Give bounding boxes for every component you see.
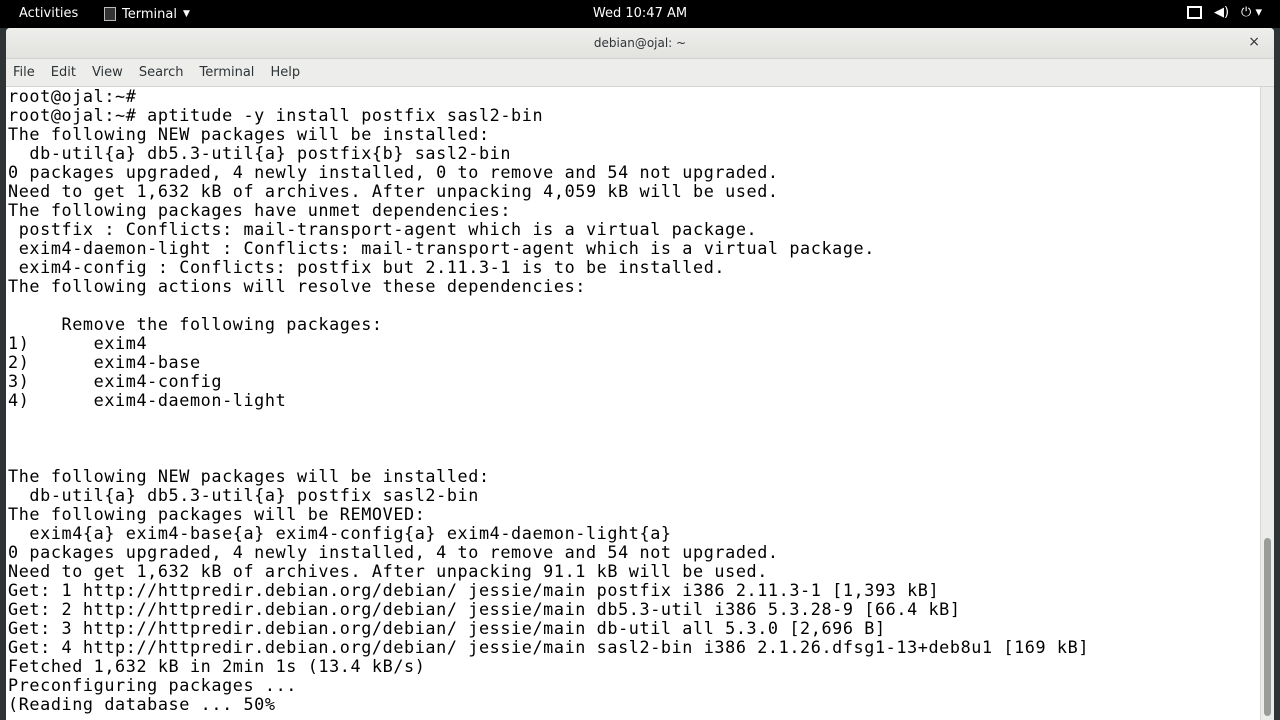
terminal-line: Fetched 1,632 kB in 2min 1s (13.4 kB/s) bbox=[8, 656, 426, 676]
terminal-line: Need to get 1,632 kB of archives. After … bbox=[8, 181, 779, 201]
terminal-window: debian@ojal: ~ × File Edit View Search T… bbox=[6, 28, 1274, 720]
close-icon[interactable]: × bbox=[1248, 34, 1260, 50]
menu-file[interactable]: File bbox=[6, 65, 43, 80]
terminal-line: (Reading database ... 50% bbox=[8, 694, 276, 714]
terminal-line: root@ojal:~# bbox=[8, 87, 137, 106]
clock[interactable]: Wed 10:47 AM bbox=[0, 6, 1280, 21]
menu-help[interactable]: Help bbox=[262, 65, 308, 80]
terminal-line: Remove the following packages: bbox=[8, 314, 383, 334]
terminal-line: The following packages will be REMOVED: bbox=[8, 504, 426, 524]
screen-icon[interactable] bbox=[1186, 6, 1202, 19]
terminal-line: Get: 1 http://httpredir.debian.org/debia… bbox=[8, 580, 940, 600]
terminal-output[interactable]: root@ojal:~# root@ojal:~# aptitude -y ins… bbox=[6, 87, 1263, 720]
terminal-line: postfix : Conflicts: mail-transport-agen… bbox=[8, 219, 758, 239]
menu-bar: File Edit View Search Terminal Help bbox=[6, 59, 1274, 87]
terminal-line: Need to get 1,632 kB of archives. After … bbox=[8, 561, 768, 581]
terminal-line: Get: 4 http://httpredir.debian.org/debia… bbox=[8, 637, 1090, 657]
terminal-line: exim4-daemon-light : Conflicts: mail-tra… bbox=[8, 238, 875, 258]
terminal-line: exim4{a} exim4-base{a} exim4-config{a} e… bbox=[8, 523, 672, 543]
top-bar: Activities Terminal ▼ Wed 10:47 AM ◀) ⏻ … bbox=[0, 0, 1280, 28]
terminal-line: 3) exim4-config bbox=[8, 371, 223, 391]
terminal-line: Get: 3 http://httpredir.debian.org/debia… bbox=[8, 618, 886, 638]
volume-icon[interactable]: ◀) bbox=[1214, 5, 1229, 20]
terminal-line: 4) exim4-daemon-light bbox=[8, 390, 287, 410]
menu-search[interactable]: Search bbox=[131, 65, 192, 80]
terminal-line: The following NEW packages will be insta… bbox=[8, 124, 490, 144]
terminal-line: The following NEW packages will be insta… bbox=[8, 466, 490, 486]
power-icon[interactable]: ⏻ ▾ bbox=[1241, 5, 1262, 20]
terminal-line: 1) exim4 bbox=[8, 333, 148, 353]
terminal-line: Preconfiguring packages ... bbox=[8, 675, 297, 695]
terminal-line: The following packages have unmet depend… bbox=[8, 200, 512, 220]
system-tray[interactable]: ◀) ⏻ ▾ bbox=[1186, 5, 1262, 20]
terminal-line: exim4-config : Conflicts: postfix but 2.… bbox=[8, 257, 726, 277]
terminal-line: 0 packages upgraded, 4 newly installed, … bbox=[8, 542, 779, 562]
scrollbar[interactable] bbox=[1260, 87, 1274, 720]
terminal-line: Get: 2 http://httpredir.debian.org/debia… bbox=[8, 599, 961, 619]
menu-terminal[interactable]: Terminal bbox=[191, 65, 262, 80]
menu-edit[interactable]: Edit bbox=[43, 65, 84, 80]
terminal-line: db-util{a} db5.3-util{a} postfix{b} sasl… bbox=[8, 143, 512, 163]
terminal-line: root@ojal:~# aptitude -y install postfix… bbox=[8, 105, 544, 125]
menu-view[interactable]: View bbox=[84, 65, 131, 80]
terminal-line: The following actions will resolve these… bbox=[8, 276, 586, 296]
terminal-line: 2) exim4-base bbox=[8, 352, 201, 372]
terminal-line: 0 packages upgraded, 4 newly installed, … bbox=[8, 162, 779, 182]
window-titlebar[interactable]: debian@ojal: ~ × bbox=[6, 28, 1274, 59]
scrollbar-thumb[interactable] bbox=[1264, 538, 1271, 716]
terminal-line: db-util{a} db5.3-util{a} postfix sasl2-b… bbox=[8, 485, 479, 505]
window-title: debian@ojal: ~ bbox=[593, 36, 687, 50]
